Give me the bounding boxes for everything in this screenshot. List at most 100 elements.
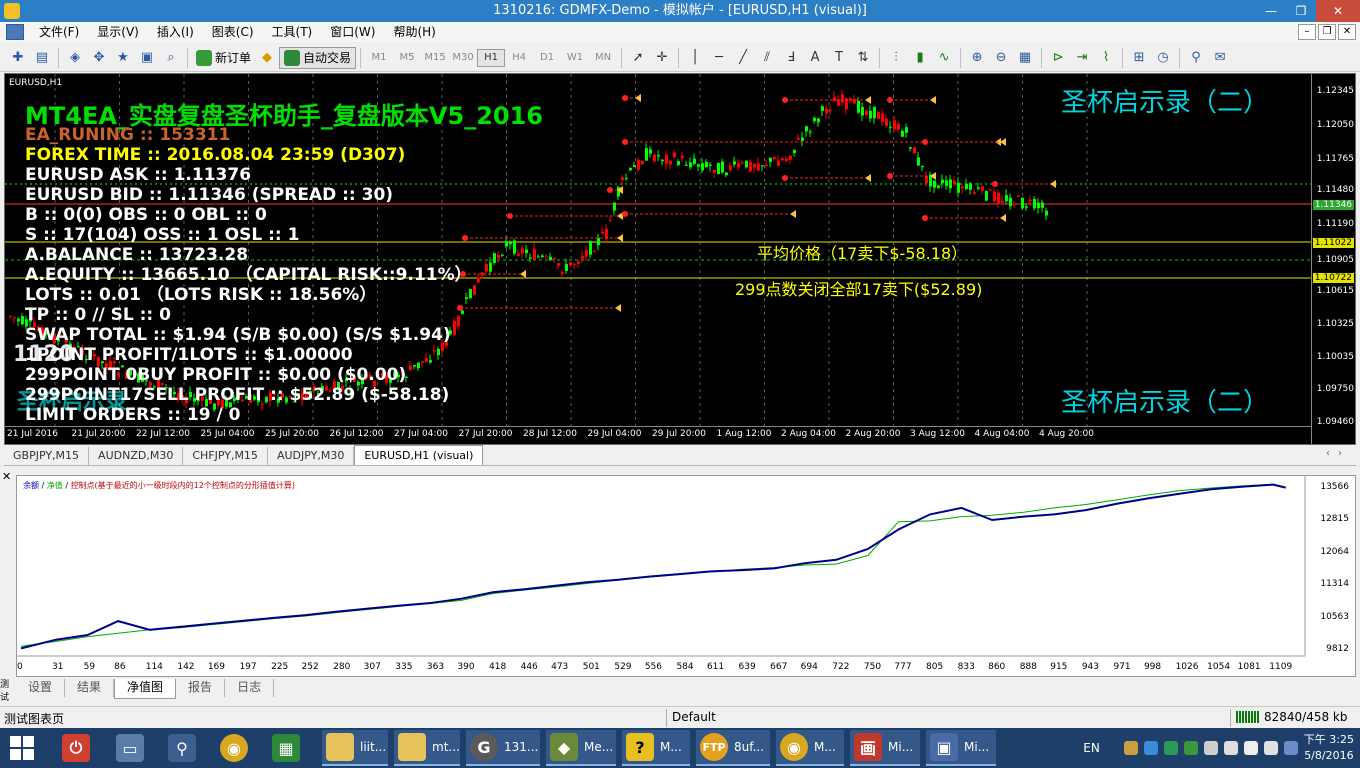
metaeditor-icon[interactable]: ◆ — [257, 48, 277, 68]
close-button[interactable]: ✕ — [1316, 0, 1360, 22]
taskbar-help[interactable]: ? M... — [622, 730, 690, 766]
taskbar-chrome[interactable]: ◉ — [216, 730, 248, 766]
candlestick-icon[interactable]: ▮ — [910, 48, 930, 68]
tray-power-icon[interactable] — [1203, 741, 1218, 755]
timeframe-d1[interactable]: D1 — [533, 52, 561, 63]
taskbar-chrome-window[interactable]: ◉ M... — [776, 730, 844, 766]
tab-chart-audjpy[interactable]: AUDJPY,M30 — [268, 447, 355, 465]
tile-windows-icon[interactable]: ▦ — [1015, 48, 1035, 68]
strategy-tester-icon[interactable]: ⌕ — [161, 48, 181, 68]
tray-volume-icon[interactable] — [1263, 741, 1278, 755]
tray-input-icon[interactable] — [1283, 741, 1298, 755]
tab-settings[interactable]: 设置 — [16, 679, 66, 697]
templates-icon[interactable]: ⊞ — [1129, 48, 1149, 68]
menu-window[interactable]: 窗口(W) — [321, 22, 384, 42]
taskbar-app[interactable]: ▣ Mi... — [926, 730, 996, 766]
menu-view[interactable]: 显示(V) — [88, 22, 148, 42]
taskbar-calculator[interactable]: ▦ — [268, 730, 300, 766]
taskbar-metaeditor[interactable]: ◆ Me... — [546, 730, 616, 766]
tab-journal[interactable]: 日志 — [225, 679, 275, 697]
vertical-line-icon[interactable]: │ — [685, 48, 705, 68]
price-chart[interactable]: EURUSD,H1 圣杯启示录（二） 圣杯启示录（二） 1120 圣杯启示录 M… — [4, 73, 1356, 445]
menu-charts[interactable]: 图表(C) — [203, 22, 263, 42]
tab-chart-audnzd[interactable]: AUDNZD,M30 — [89, 447, 184, 465]
tray-clock[interactable]: 下午 3:25 5/8/2016 — [1304, 732, 1354, 764]
new-chart-icon[interactable]: ✚ — [8, 48, 28, 68]
terminal-icon[interactable]: ▣ — [137, 48, 157, 68]
navigator-icon[interactable]: ★ — [113, 48, 133, 68]
arrows-icon[interactable]: ⇅ — [853, 48, 873, 68]
timeframe-h1[interactable]: H1 — [477, 48, 506, 67]
taskbar-search[interactable]: ⚲ — [164, 730, 196, 766]
taskbar-mt4[interactable]: G 131... — [466, 730, 540, 766]
tab-chart-chfjpy[interactable]: CHFJPY,M15 — [183, 447, 268, 465]
candle-body — [625, 178, 628, 180]
cursor-icon[interactable]: ➚ — [628, 48, 648, 68]
auto-trading-button[interactable]: 自动交易 — [279, 46, 357, 69]
mdi-close-button[interactable]: ✕ — [1338, 24, 1356, 40]
tab-graph[interactable]: 净值图 — [114, 679, 177, 699]
tab-chart-gbpjpy[interactable]: GBPJPY,M15 — [4, 447, 90, 465]
zoom-out-icon[interactable]: ⊖ — [991, 48, 1011, 68]
tab-chart-eurusd[interactable]: EURUSD,H1 (visual) — [354, 445, 484, 465]
taskbar-computer[interactable]: ▭ — [112, 730, 144, 766]
market-watch-icon[interactable]: ◈ — [65, 48, 85, 68]
candle-body — [881, 113, 884, 122]
data-window-icon[interactable]: ✥ — [89, 48, 109, 68]
channel-icon[interactable]: ⫽ — [757, 48, 777, 68]
text-label-icon[interactable]: T — [829, 48, 849, 68]
fibonacci-icon[interactable]: Ⅎ — [781, 48, 801, 68]
minimize-button[interactable]: — — [1256, 0, 1286, 22]
crosshair-icon[interactable]: ✛ — [652, 48, 672, 68]
menu-help[interactable]: 帮助(H) — [384, 22, 444, 42]
language-indicator[interactable]: EN — [1083, 741, 1100, 755]
taskbar-folder-1[interactable]: liit... — [322, 730, 388, 766]
tray-tool-icon[interactable] — [1123, 741, 1138, 755]
timeframe-h4[interactable]: H4 — [505, 52, 533, 63]
chart-shift-icon[interactable]: ⇥ — [1072, 48, 1092, 68]
mdi-restore-button[interactable]: ❐ — [1318, 24, 1336, 40]
candle-body — [557, 263, 560, 266]
timeframe-m5[interactable]: M5 — [393, 52, 421, 63]
tray-gpu-icon[interactable] — [1183, 741, 1198, 755]
menu-tools[interactable]: 工具(T) — [263, 22, 322, 42]
tray-security-icon[interactable] — [1163, 741, 1178, 755]
bar-chart-icon[interactable]: ⫶ — [886, 48, 906, 68]
timeframe-mn[interactable]: MN — [589, 52, 617, 63]
tab-scroll-arrows[interactable]: ‹› — [1326, 448, 1350, 459]
auto-scroll-icon[interactable]: ⊳ — [1048, 48, 1068, 68]
taskbar-folder-2[interactable]: mt... — [394, 730, 460, 766]
restore-button[interactable]: ❐ — [1286, 0, 1316, 22]
tray-flag-icon[interactable] — [1243, 741, 1258, 755]
search-icon[interactable]: ⚲ — [1186, 48, 1206, 68]
text-icon[interactable]: A — [805, 48, 825, 68]
candle-body — [505, 241, 508, 247]
timeframe-w1[interactable]: W1 — [561, 52, 589, 63]
taskbar-paint[interactable]: 画 Mi... — [850, 730, 920, 766]
start-button[interactable] — [10, 736, 34, 760]
chart-window-icon[interactable] — [6, 24, 24, 40]
taskbar-ftp[interactable]: FTP 8uf... — [696, 730, 770, 766]
price-tick-label: 1.09460 — [1316, 417, 1354, 427]
taskbar-power[interactable]: ⏻ — [58, 730, 90, 766]
horizontal-line-icon[interactable]: ─ — [709, 48, 729, 68]
tray-network-icon[interactable] — [1223, 741, 1238, 755]
menu-file[interactable]: 文件(F) — [30, 22, 88, 42]
timeframe-m30[interactable]: M30 — [449, 52, 477, 63]
profiles-icon[interactable]: ▤ — [32, 48, 52, 68]
line-chart-icon[interactable]: ∿ — [934, 48, 954, 68]
trendline-icon[interactable]: ╱ — [733, 48, 753, 68]
tab-results[interactable]: 结果 — [65, 679, 115, 697]
mdi-minimize-button[interactable]: – — [1298, 24, 1316, 40]
close-tester-icon[interactable]: ✕ — [2, 470, 11, 483]
timeframe-m15[interactable]: M15 — [421, 52, 449, 63]
periods-icon[interactable]: ◷ — [1153, 48, 1173, 68]
timeframe-m1[interactable]: M1 — [365, 52, 393, 63]
chat-icon[interactable]: ✉ — [1210, 48, 1230, 68]
menu-insert[interactable]: 插入(I) — [148, 22, 203, 42]
zoom-in-icon[interactable]: ⊕ — [967, 48, 987, 68]
new-order-button[interactable]: 新订单 — [192, 47, 255, 69]
tray-shield-icon[interactable] — [1143, 741, 1158, 755]
indicators-icon[interactable]: ⌇ — [1096, 48, 1116, 68]
tab-report[interactable]: 报告 — [176, 679, 226, 697]
